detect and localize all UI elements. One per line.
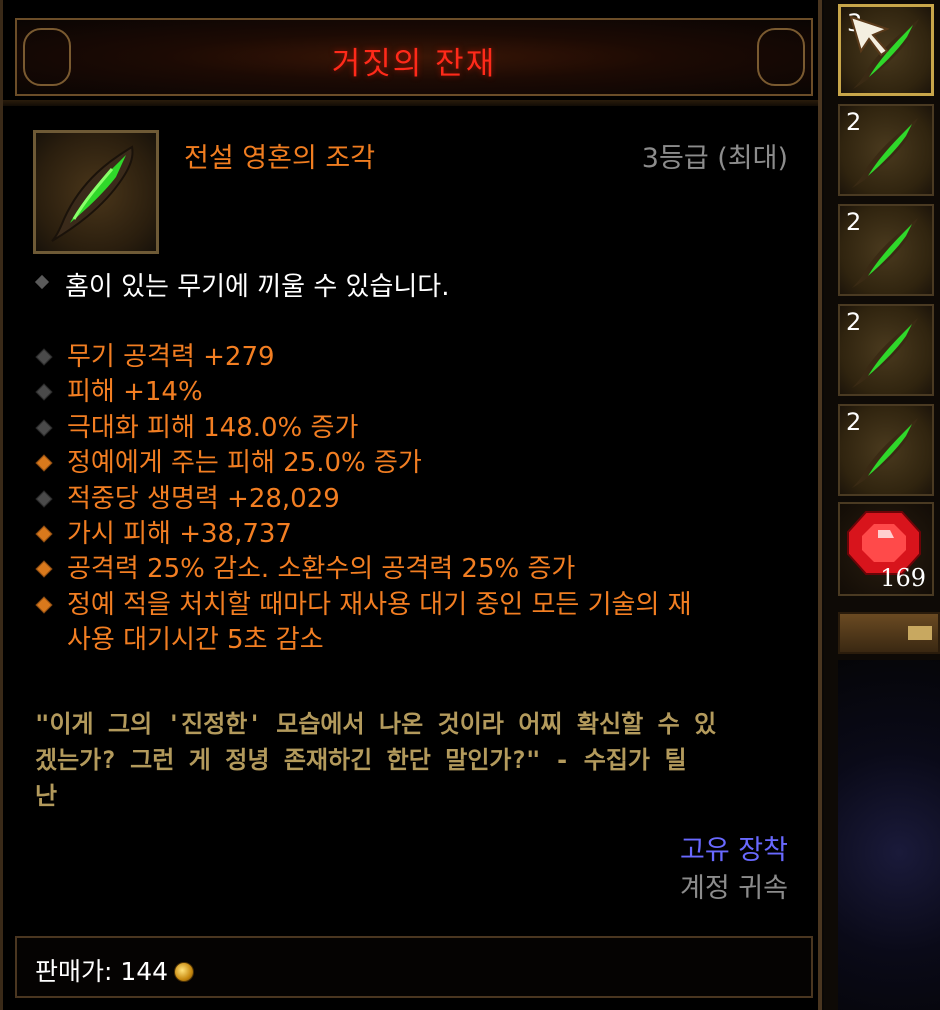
affix-line-continued: 사용 대기시간 5초 감소 <box>35 623 795 658</box>
soul-shard-icon <box>33 130 159 254</box>
affix-line: 정예에게 주는 피해 25.0% 증가 <box>35 446 795 481</box>
flavor-line: 겠는가? 그런 게 정녕 존재하긴 한단 말인가?" - 수집가 틸 <box>35 746 687 774</box>
bullet-icon <box>35 348 53 366</box>
item-type-label: 전설 영혼의 조각 <box>184 143 376 174</box>
item-title: 거짓의 잔재 <box>331 46 497 82</box>
affix-text: 적중당 생명력 +28,029 <box>67 483 340 514</box>
flavor-line: 난 <box>35 782 58 810</box>
divider <box>3 100 818 106</box>
stack-count: 2 <box>846 208 862 236</box>
affix-text: 무기 공격력 +279 <box>67 342 275 372</box>
stack-count: 2 <box>846 408 862 436</box>
affix-text: 극대화 피해 148.0% 증가 <box>67 412 359 443</box>
affix-text: 정예 적을 처치할 때마다 재사용 대기 중인 모든 기술의 재 <box>67 589 692 620</box>
sell-price: 판매가: 144 <box>35 952 195 988</box>
affix-text: 사용 대기시간 5초 감소 <box>67 625 324 656</box>
bullet-icon <box>35 560 53 578</box>
affix-line: 정예 적을 처치할 때마다 재사용 대기 중인 모든 기술의 재 <box>35 588 795 623</box>
socket-text: 홈이 있는 무기에 끼울 수 있습니다. <box>65 272 450 302</box>
inventory-slot[interactable]: 2 <box>838 104 934 196</box>
bullet-icon <box>35 490 53 508</box>
flavor-line: "이게 그의 '진정한' 모습에서 나온 것이라 어찌 확신할 수 있 <box>35 710 717 738</box>
affix-text: 피해 +14% <box>67 377 203 408</box>
inventory-tab-bar[interactable] <box>838 612 940 654</box>
item-rank-label: 3등급 (최대) <box>641 143 788 174</box>
inventory-slot[interactable]: 3 <box>838 4 934 96</box>
inventory-column: 3 2 2 2 2 <box>824 0 940 1010</box>
gold-coin-icon <box>174 962 195 982</box>
affix-line: 무기 공격력 +279 <box>35 340 795 375</box>
affix-line: 공격력 25% 감소. 소환수의 공격력 25% 증가 <box>35 552 795 587</box>
affix-text: 가시 피해 +38,737 <box>67 519 292 550</box>
bullet-icon <box>35 596 53 614</box>
inventory-slot[interactable]: 2 <box>838 404 934 496</box>
sell-price-text: 판매가: 144 <box>35 957 169 986</box>
bullet-icon <box>35 454 53 472</box>
cursor-icon <box>849 15 890 57</box>
affix-line: 가시 피해 +38,737 <box>35 517 795 552</box>
bullet-icon <box>35 419 53 437</box>
gem-slot[interactable]: 169 <box>838 502 934 596</box>
bullet-icon <box>35 383 53 401</box>
affix-line: 피해 +14% <box>35 375 795 410</box>
account-bound-label: 계정 귀속 <box>680 873 788 904</box>
sell-price-bar: 판매가: 144 <box>15 936 813 998</box>
inventory-slot[interactable]: 2 <box>838 204 934 296</box>
affix-line: 극대화 피해 148.0% 증가 <box>35 411 795 446</box>
gem-count: 169 <box>880 564 926 592</box>
stack-count: 2 <box>846 308 862 336</box>
stack-count: 2 <box>846 108 862 136</box>
affix-list: 무기 공격력 +279 피해 +14% 극대화 피해 148.0% 증가 정예에… <box>35 340 795 659</box>
character-portrait <box>838 660 940 1010</box>
inventory-slot[interactable]: 2 <box>838 304 934 396</box>
socket-info: 홈이 있는 무기에 끼울 수 있습니다. <box>34 266 450 303</box>
flavor-text: "이게 그의 '진정한' 모습에서 나온 것이라 어찌 확신할 수 있 겠는가?… <box>35 706 805 814</box>
item-tooltip: 거짓의 잔재 전설 영혼의 조각 3등급 (최대) 홈이 있는 무기에 끼울 수… <box>0 0 822 1010</box>
tab-handle-icon <box>908 626 932 640</box>
affix-text: 공격력 25% 감소. 소환수의 공격력 25% 증가 <box>67 554 576 585</box>
affix-line: 적중당 생명력 +28,029 <box>35 482 795 517</box>
bullet-icon <box>35 525 53 543</box>
unique-equipped-label: 고유 장착 <box>680 835 788 866</box>
title-bar: 거짓의 잔재 <box>15 18 813 96</box>
affix-text: 정예에게 주는 피해 25.0% 증가 <box>67 448 422 479</box>
